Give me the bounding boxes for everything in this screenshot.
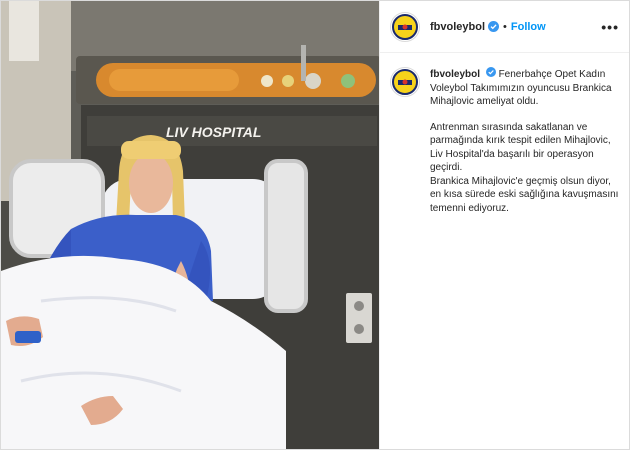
- post-username[interactable]: fbvoleybol: [430, 21, 485, 33]
- follow-button[interactable]: Follow: [511, 21, 546, 33]
- fenerbahce-logo-icon[interactable]: [390, 11, 420, 42]
- caption-verified-badge-icon: [485, 67, 496, 77]
- caption-paragraph-3: Brankica Mihajlovic'e geçmiş olsun diyor…: [430, 175, 619, 214]
- caption-text: fbvoleybol Fenerbahçe Opet Kadın Voleybo…: [430, 67, 619, 215]
- hospital-sign: LIV HOSPITAL: [166, 124, 261, 140]
- caption-section: fbvoleybol Fenerbahçe Opet Kadın Voleybo…: [380, 53, 629, 229]
- caption-avatar-icon[interactable]: [390, 67, 420, 97]
- post-header: fbvoleybol • Follow •••: [380, 1, 629, 53]
- caption-paragraph-2: Antrenman sırasında sakatlanan ve parmağ…: [430, 121, 611, 174]
- post-sidebar: fbvoleybol • Follow ••• fbvoleybol Fener…: [379, 1, 629, 449]
- verified-badge-icon: [488, 21, 500, 32]
- more-options-icon[interactable]: •••: [601, 19, 619, 35]
- hospital-photo: LIV HOSPITAL: [1, 1, 379, 449]
- caption-username[interactable]: fbvoleybol: [430, 69, 480, 80]
- instagram-post: LIV HOSPITAL fbvoleybol • Follow ••• fbv…: [0, 0, 630, 450]
- header-separator: •: [503, 20, 507, 33]
- post-photo[interactable]: LIV HOSPITAL: [1, 1, 379, 449]
